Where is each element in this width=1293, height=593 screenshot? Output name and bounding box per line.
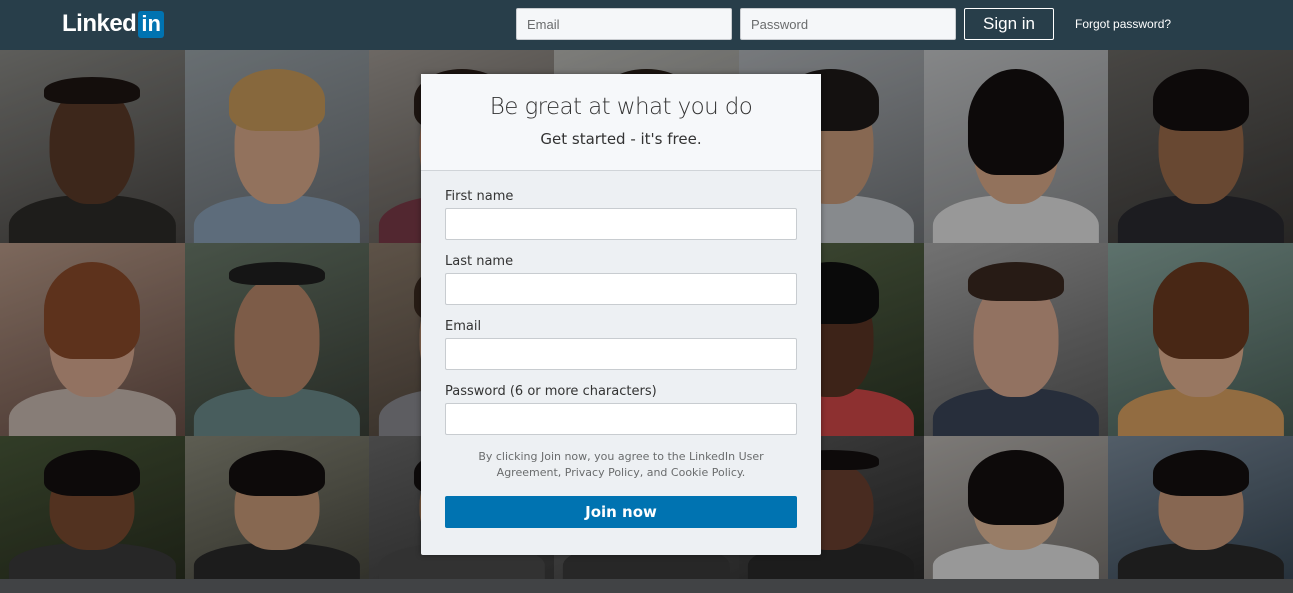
first-name-input[interactable] bbox=[445, 208, 797, 240]
forgot-password-link[interactable]: Forgot password? bbox=[1075, 17, 1171, 31]
last-name-label: Last name bbox=[445, 254, 514, 269]
signup-subheadline: Get started - it's free. bbox=[540, 130, 702, 148]
sign-in-button[interactable]: Sign in bbox=[964, 8, 1054, 40]
signin-email-input[interactable] bbox=[516, 8, 732, 40]
join-now-button[interactable]: Join now bbox=[445, 496, 797, 528]
footer-strip bbox=[0, 579, 1293, 593]
signup-card-header: Be great at what you do Get started - it… bbox=[421, 74, 821, 171]
terms-notice: By clicking Join now, you agree to the L… bbox=[478, 450, 764, 479]
email-input[interactable] bbox=[445, 338, 797, 370]
password-input[interactable] bbox=[445, 403, 797, 435]
linkedin-logo[interactable]: Linked in bbox=[62, 10, 164, 38]
logo-wordmark: Linked bbox=[62, 10, 137, 37]
signin-password-input[interactable] bbox=[740, 8, 956, 40]
password-label: Password (6 or more characters) bbox=[445, 384, 657, 399]
top-nav-bar: Linked in Sign in Forgot password? bbox=[0, 0, 1293, 50]
signup-headline: Be great at what you do bbox=[489, 94, 753, 120]
email-label: Email bbox=[445, 319, 482, 334]
first-name-label: First name bbox=[445, 189, 514, 204]
logo-in-badge: in bbox=[138, 10, 164, 38]
last-name-input[interactable] bbox=[445, 273, 797, 305]
signup-card: Be great at what you do Get started - it… bbox=[421, 74, 821, 555]
signup-form: First name Last name Email Password (6 o… bbox=[421, 171, 821, 528]
